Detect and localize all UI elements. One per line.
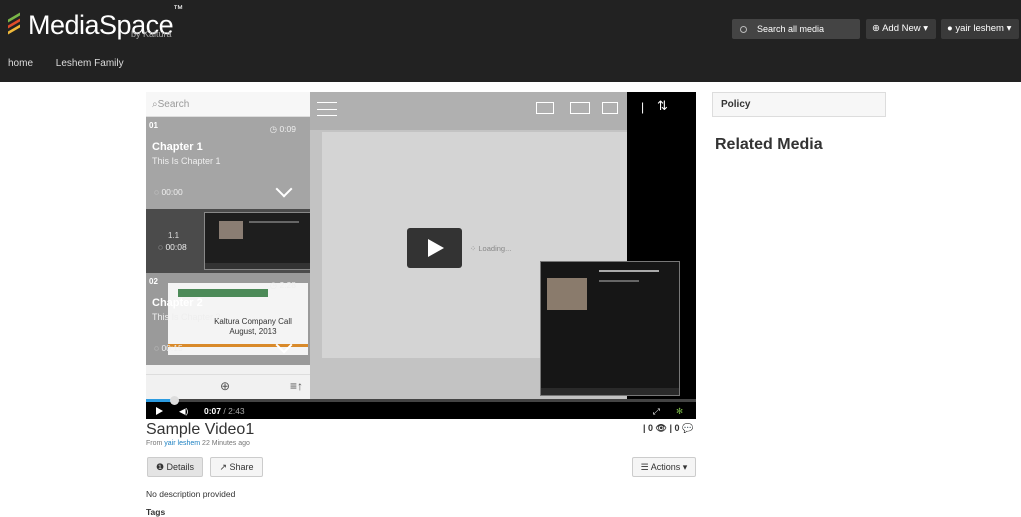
sort-icon[interactable]: ≡↑ <box>290 379 303 393</box>
divider-icon: | <box>641 100 645 114</box>
loading-text: ⁘ Loading... <box>470 244 512 253</box>
user-icon: ● <box>947 23 953 34</box>
media-title: Sample Video1 <box>146 421 255 438</box>
layout-side-by-side-icon[interactable] <box>570 102 590 114</box>
chevron-down-icon: ▾ <box>1006 23 1012 34</box>
subchapter-thumbnail <box>204 212 310 270</box>
time-display: 0:07 / 2:43 <box>204 406 245 416</box>
media-description: No description provided <box>146 489 236 499</box>
subchapter-item[interactable]: 1.1 ◌ 00:08 <box>146 209 310 273</box>
chapter-desc: This Is Chapter 2 <box>152 312 221 322</box>
details-tab-button[interactable]: ❶ Details <box>147 457 203 477</box>
locate-icon[interactable]: ⊕ <box>220 379 230 393</box>
search-icon <box>740 26 747 33</box>
nav-home-link[interactable]: home <box>8 58 33 69</box>
fullscreen-icon[interactable]: ⤢ <box>653 406 660 417</box>
kaltura-icon[interactable]: ✻ <box>676 406 683 417</box>
chapter-start: ◌ 00:00 <box>154 187 183 197</box>
clock-icon: ◷ <box>269 124 278 134</box>
layout-pip-icon[interactable] <box>536 102 554 114</box>
player-controls: ◀) 0:07 / 2:43 ⤢ ✻ <box>146 396 696 419</box>
nav-leshem-family-link[interactable]: Leshem Family <box>56 58 124 69</box>
chapter-title: Chapter 1 <box>152 141 203 153</box>
clock-icon: ◷ <box>269 280 278 290</box>
chapters-sidebar: ⌕Search 01 ◷ 0:09 Chapter 1 This Is Chap… <box>146 92 310 399</box>
progress-bar[interactable] <box>146 396 696 405</box>
chapter-desc: This Is Chapter 1 <box>152 156 221 166</box>
logo-mark-icon <box>8 12 22 36</box>
chevron-down-icon: ▾ <box>923 23 929 34</box>
chapter-item-1[interactable]: 01 ◷ 0:09 Chapter 1 This Is Chapter 1 ◌ … <box>146 117 310 209</box>
related-media-heading: Related Media <box>715 136 823 153</box>
play-icon[interactable] <box>156 407 163 415</box>
logo-subtitle: by Kaltura <box>131 29 172 39</box>
media-byline: From yair leshem 22 Minutes ago <box>146 440 250 447</box>
menu-icon[interactable] <box>317 102 337 116</box>
add-new-button[interactable]: ⊕ Add New ▾ <box>866 19 936 39</box>
swap-icon[interactable]: ⇅ <box>657 98 668 114</box>
chapter-search-input[interactable]: ⌕Search <box>146 92 310 117</box>
video-player: ⌕Search 01 ◷ 0:09 Chapter 1 This Is Chap… <box>146 92 696 419</box>
pin-icon: ◌ <box>154 187 160 197</box>
layout-single-icon[interactable] <box>602 102 618 114</box>
play-button[interactable] <box>407 228 462 268</box>
media-stats: | 0 👁 | 0 💬 <box>643 423 694 433</box>
pin-icon: ◌ <box>158 242 164 252</box>
chapter-title: Chapter 2 <box>152 297 203 309</box>
share-tab-button[interactable]: ↗ Share <box>210 457 263 477</box>
user-menu-button[interactable]: ● yair leshem ▾ <box>941 19 1019 39</box>
sidebar-toolbar: ⊕ ≡↑ <box>146 374 310 399</box>
policy-panel[interactable]: Policy <box>712 92 886 117</box>
actions-button[interactable]: ☰ Actions ▾ <box>632 457 696 477</box>
progress-handle[interactable] <box>169 396 179 405</box>
chapter-item-2[interactable]: Kaltura Company Call August, 2013 02 ◷ 2… <box>146 273 310 365</box>
chapter-start: ◌ 00:15 <box>154 343 183 353</box>
pip-video[interactable] <box>540 261 680 396</box>
spinner-icon: ⁘ <box>470 244 477 253</box>
volume-icon[interactable]: ◀) <box>179 406 188 417</box>
chapter-duration: ◷ 2:28 <box>269 280 296 290</box>
info-icon: ❶ <box>155 462 165 472</box>
author-link[interactable]: yair leshem <box>164 440 200 447</box>
share-icon: ↗ <box>219 462 227 472</box>
tags-heading: Tags <box>146 507 166 517</box>
chevron-down-icon[interactable] <box>275 180 293 198</box>
top-nav: home Leshem Family <box>8 58 144 69</box>
search-input[interactable]: Search all media <box>732 19 860 39</box>
chapter-duration: ◷ 0:09 <box>269 124 296 134</box>
pin-icon: ◌ <box>154 343 160 353</box>
top-header: MediaSpace™ by Kaltura home Leshem Famil… <box>0 0 1021 82</box>
list-icon: ☰ <box>640 462 649 472</box>
